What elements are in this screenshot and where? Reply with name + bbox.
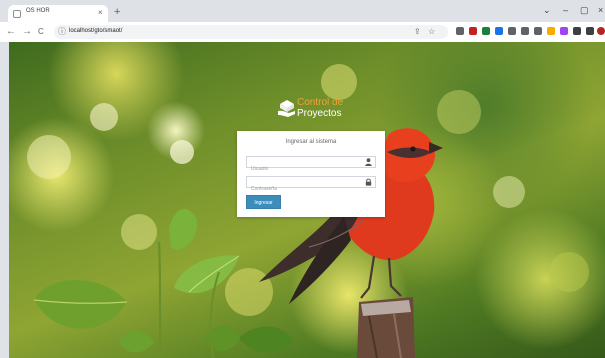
browser-tab[interactable]: OS HOR × (8, 5, 108, 22)
close-tab-icon[interactable]: × (98, 6, 103, 20)
document-icon (13, 10, 21, 18)
bookmark-star-icon[interactable]: ☆ (428, 26, 435, 38)
tab-title: OS HOR (26, 8, 50, 14)
url-text[interactable]: localhost/gto/smaot/ (69, 28, 122, 34)
maximize-button[interactable]: ▢ (580, 4, 589, 16)
new-tab-button[interactable]: + (114, 5, 120, 19)
login-page: Control de Proyectos Ingresar al sistema… (9, 42, 605, 358)
back-button[interactable]: ← (6, 25, 16, 39)
extension-icon[interactable] (534, 27, 542, 35)
logo-text-line2: Proyectos (297, 108, 342, 119)
password-field (246, 176, 376, 194)
extension-icon[interactable] (521, 27, 529, 35)
side-panel-icon[interactable] (586, 27, 594, 35)
reload-button[interactable]: C (38, 25, 44, 39)
username-field (246, 156, 376, 174)
minimize-button[interactable]: – (563, 4, 568, 16)
login-button[interactable]: Ingresar (246, 195, 281, 209)
password-input[interactable] (247, 184, 361, 194)
extension-icon[interactable] (560, 27, 568, 35)
extension-icon[interactable] (547, 27, 555, 35)
login-box: Ingresar al sistema Ingresar (237, 131, 385, 217)
extensions-puzzle-icon[interactable] (573, 27, 581, 35)
address-bar[interactable]: ⓘ localhost/gto/smaot/ ⇪ ☆ (54, 25, 448, 39)
username-input[interactable] (247, 164, 361, 174)
login-title: Ingresar al sistema (285, 139, 337, 145)
profile-avatar-icon[interactable] (597, 27, 605, 35)
extension-icon[interactable] (508, 27, 516, 35)
tab-search-icon[interactable]: ⌄ (543, 4, 551, 16)
lock-icon (365, 178, 372, 186)
extension-icon[interactable] (456, 27, 464, 35)
cube-hand-icon (278, 100, 295, 117)
extension-icon[interactable] (482, 27, 490, 35)
forward-button[interactable]: → (22, 25, 32, 39)
tab-strip: OS HOR × + ⌄ – ▢ × (0, 0, 605, 22)
user-icon (365, 158, 372, 166)
share-icon[interactable]: ⇪ (414, 26, 421, 38)
info-icon[interactable]: ⓘ (58, 26, 66, 38)
extension-icon[interactable] (469, 27, 477, 35)
extension-icon[interactable] (495, 27, 503, 35)
close-window-button[interactable]: × (598, 4, 603, 16)
